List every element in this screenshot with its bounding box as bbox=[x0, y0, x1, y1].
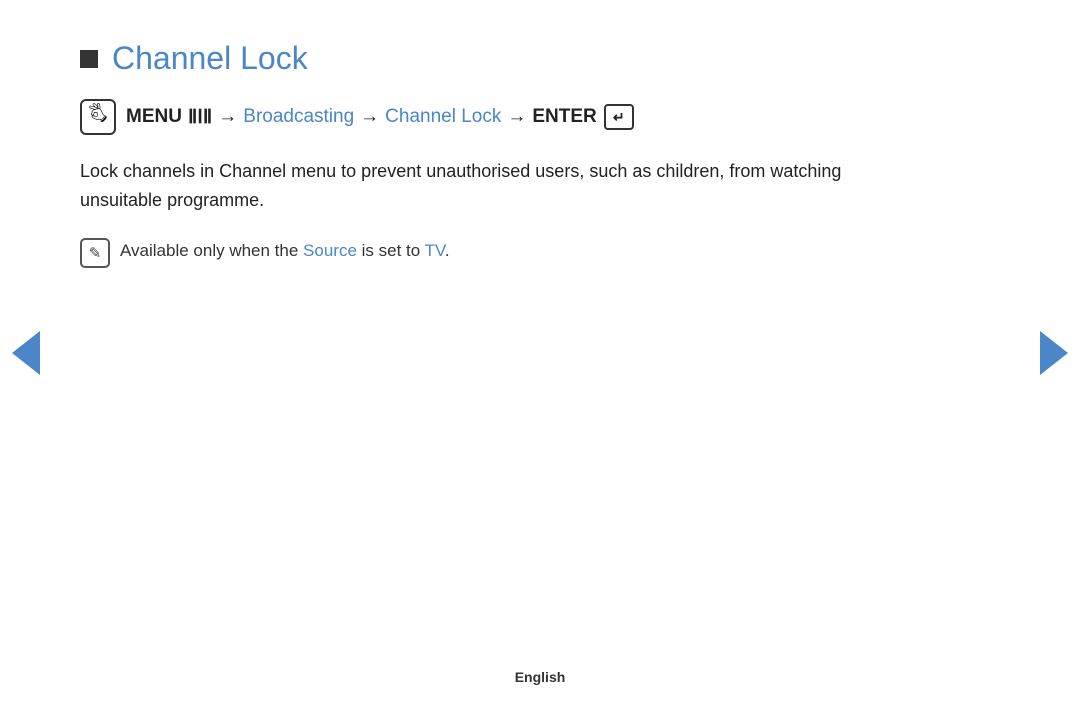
nav-left-button[interactable] bbox=[12, 331, 40, 375]
note-text-between: is set to bbox=[357, 241, 425, 260]
source-link[interactable]: Source bbox=[303, 241, 357, 260]
title-row: Channel Lock bbox=[80, 40, 880, 77]
note-text: Available only when the Source is set to… bbox=[120, 237, 450, 264]
note-text-before-link1: Available only when the bbox=[120, 241, 303, 260]
note-text-after: . bbox=[445, 241, 450, 260]
footer-language: English bbox=[515, 669, 566, 685]
arrow-2: → bbox=[360, 106, 379, 128]
broadcasting-link[interactable]: Broadcasting bbox=[243, 106, 354, 128]
menu-lines: ⅡⅠⅡ bbox=[188, 106, 212, 129]
menu-hand-icon: 🖏 bbox=[80, 99, 116, 135]
channel-lock-link[interactable]: Channel Lock bbox=[385, 106, 501, 128]
note-row: ✎ Available only when the Source is set … bbox=[80, 237, 880, 268]
menu-label: MENU bbox=[126, 106, 182, 128]
menu-navigation-row: 🖏 MENUⅡⅠⅡ → Broadcasting → Channel Lock … bbox=[80, 99, 880, 135]
tv-link: TV bbox=[425, 241, 445, 260]
title-square-icon bbox=[80, 50, 98, 68]
note-icon: ✎ bbox=[80, 238, 110, 268]
main-content: Channel Lock 🖏 MENUⅡⅠⅡ → Broadcasting → … bbox=[0, 0, 960, 268]
page-title: Channel Lock bbox=[112, 40, 308, 77]
arrow-1: → bbox=[218, 106, 237, 128]
description-text: Lock channels in Channel menu to prevent… bbox=[80, 157, 880, 215]
enter-icon: ↵ bbox=[604, 104, 634, 130]
enter-label: ENTER bbox=[532, 106, 596, 128]
arrow-3: → bbox=[507, 106, 526, 128]
nav-right-button[interactable] bbox=[1040, 331, 1068, 375]
